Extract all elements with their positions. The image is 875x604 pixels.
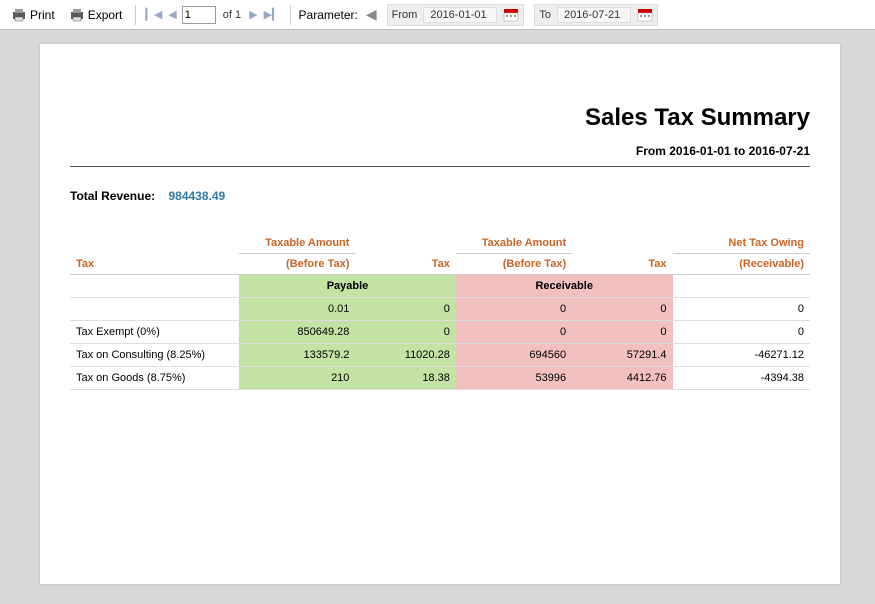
parameter-label: Parameter: bbox=[299, 8, 358, 22]
prev-page-button[interactable]: ◀ bbox=[167, 8, 177, 21]
header-taxable-receivable-1: Taxable Amount bbox=[456, 233, 572, 254]
calendar-icon[interactable] bbox=[503, 8, 519, 22]
cell: 0 bbox=[456, 298, 572, 321]
next-page-button[interactable]: ▶ bbox=[248, 8, 258, 21]
header-tax-payable: Tax bbox=[355, 233, 455, 275]
from-date-value[interactable]: 2016-01-01 bbox=[423, 7, 497, 23]
cell: 850649.28 bbox=[239, 321, 355, 344]
last-page-button[interactable]: ▶▎ bbox=[263, 8, 282, 21]
from-date-group: From 2016-01-01 bbox=[387, 4, 525, 26]
separator bbox=[290, 5, 291, 25]
header-taxable-payable-2: (Before Tax) bbox=[239, 254, 355, 275]
tax-table: Tax Taxable Amount Tax Taxable Amount Ta… bbox=[70, 233, 810, 390]
table-row: Tax on Goods (8.75%) 210 18.38 53996 441… bbox=[70, 367, 810, 390]
to-label: To bbox=[539, 9, 551, 21]
header-taxable-receivable-2: (Before Tax) bbox=[456, 254, 572, 275]
cell: 0 bbox=[355, 298, 455, 321]
report-title: Sales Tax Summary bbox=[70, 104, 810, 132]
header-tax-receivable: Tax bbox=[572, 233, 672, 275]
cell: 11020.28 bbox=[355, 344, 455, 367]
cell-tax-label: Tax Exempt (0%) bbox=[70, 321, 239, 344]
cell: 0 bbox=[673, 298, 810, 321]
cell: 0 bbox=[572, 298, 672, 321]
page-input[interactable] bbox=[182, 6, 216, 24]
calendar-icon[interactable] bbox=[637, 8, 653, 22]
receivable-section-header: Receivable bbox=[456, 275, 673, 298]
cell: 0.01 bbox=[239, 298, 355, 321]
total-revenue-row: Total Revenue: 984438.49 bbox=[70, 189, 810, 203]
cell: 53996 bbox=[456, 367, 572, 390]
to-date-group: To 2016-07-21 bbox=[534, 4, 658, 26]
toolbar: Print Export ▎◀ ◀ of 1 ▶ ▶▎ Parameter: ◀… bbox=[0, 0, 875, 30]
total-revenue-label: Total Revenue: bbox=[70, 189, 155, 203]
table-row: Tax Exempt (0%) 850649.28 0 0 0 0 bbox=[70, 321, 810, 344]
page-of-label: of 1 bbox=[223, 9, 241, 21]
cell: -46271.12 bbox=[673, 344, 810, 367]
cell-tax-label bbox=[70, 298, 239, 321]
total-revenue-value: 984438.49 bbox=[168, 189, 225, 203]
section-headers-row: Payable Receivable bbox=[70, 275, 810, 298]
payable-section-header: Payable bbox=[239, 275, 456, 298]
print-label: Print bbox=[30, 8, 55, 22]
cell: -4394.38 bbox=[673, 367, 810, 390]
cell: 0 bbox=[456, 321, 572, 344]
cell: 210 bbox=[239, 367, 355, 390]
header-net-owing-1: Net Tax Owing bbox=[673, 233, 810, 254]
header-tax: Tax bbox=[70, 233, 239, 275]
export-icon bbox=[69, 7, 85, 23]
header-net-owing-2: (Receivable) bbox=[673, 254, 810, 275]
cell: 18.38 bbox=[355, 367, 455, 390]
cell: 57291.4 bbox=[572, 344, 672, 367]
table-row: 0.01 0 0 0 0 bbox=[70, 298, 810, 321]
report-page: Sales Tax Summary From 2016-01-01 to 201… bbox=[40, 44, 840, 584]
table-row: Tax on Consulting (8.25%) 133579.2 11020… bbox=[70, 344, 810, 367]
cell: 0 bbox=[673, 321, 810, 344]
cell-tax-label: Tax on Consulting (8.25%) bbox=[70, 344, 239, 367]
export-label: Export bbox=[88, 8, 123, 22]
export-button[interactable]: Export bbox=[64, 5, 128, 25]
separator bbox=[135, 5, 136, 25]
cell: 0 bbox=[572, 321, 672, 344]
report-viewport: Sales Tax Summary From 2016-01-01 to 201… bbox=[0, 30, 875, 604]
cell: 694560 bbox=[456, 344, 572, 367]
divider bbox=[70, 166, 810, 167]
from-label: From bbox=[392, 9, 418, 21]
cell-tax-label: Tax on Goods (8.75%) bbox=[70, 367, 239, 390]
print-icon bbox=[11, 7, 27, 23]
print-button[interactable]: Print bbox=[6, 5, 60, 25]
header-taxable-payable-1: Taxable Amount bbox=[239, 233, 355, 254]
parameter-collapse-button[interactable]: ◀ bbox=[366, 6, 377, 23]
report-subtitle: From 2016-01-01 to 2016-07-21 bbox=[70, 144, 810, 158]
cell: 4412.76 bbox=[572, 367, 672, 390]
cell: 133579.2 bbox=[239, 344, 355, 367]
to-date-value[interactable]: 2016-07-21 bbox=[557, 7, 631, 23]
cell: 0 bbox=[355, 321, 455, 344]
first-page-button[interactable]: ▎◀ bbox=[144, 8, 163, 21]
